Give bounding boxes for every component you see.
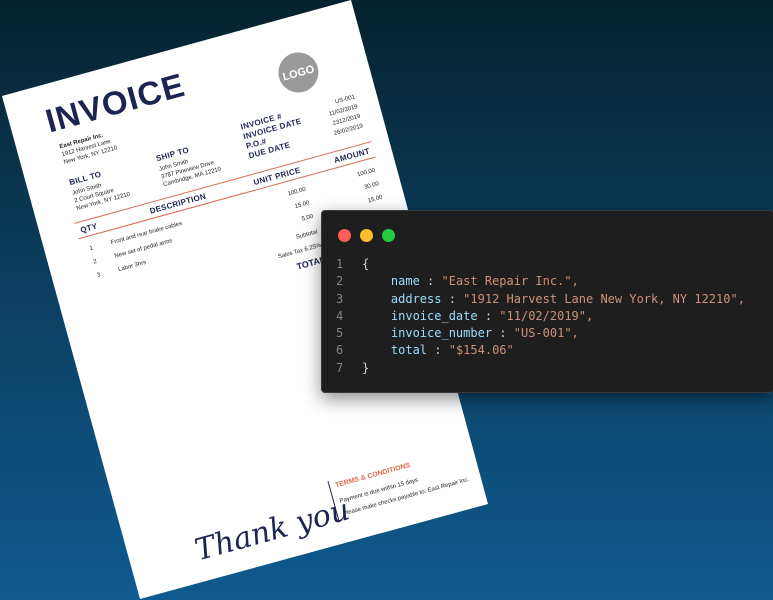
logo-text: LOGO [281, 63, 316, 83]
ship-to-city: Cambridge, MA 12210 [163, 166, 223, 188]
item-amount: 15.00 [367, 194, 384, 204]
invoice-number-value: US-001 [335, 94, 357, 105]
sales-tax-label: Sales Tax 6.25% [277, 243, 322, 261]
column-description: DESCRIPTION [149, 192, 207, 216]
json-key: address [390, 291, 442, 306]
window-controls [338, 229, 395, 242]
company-street: 1912 Harvest Lane [61, 139, 112, 158]
subtotal-label: Subtotal [295, 229, 318, 241]
code-line: 1 { [336, 256, 745, 273]
due-date-value: 26/02/2019 [333, 123, 364, 137]
code-editor-window: 1 { 2 name : "East Repair Inc.", 3 addre… [321, 210, 773, 393]
json-value: "1912 Harvest Lane New York, NY 12210", [463, 291, 745, 306]
code-line: 2 name : "East Repair Inc.", [336, 273, 745, 290]
ship-to-name: John Smith [158, 159, 189, 173]
json-key: name [390, 274, 420, 289]
item-unit-price: 100.00 [287, 187, 307, 198]
item-qty: 3 [96, 272, 101, 279]
json-code-block: 1 { 2 name : "East Repair Inc.", 3 addre… [336, 256, 745, 377]
close-brace: } [362, 360, 370, 375]
line-number: 7 [336, 360, 344, 375]
item-amount: 30.00 [364, 181, 381, 191]
json-value: "11/02/2019", [499, 308, 594, 323]
column-unit-price: UNIT PRICE [253, 165, 302, 187]
code-line: 5 invoice_number : "US-001", [336, 325, 745, 342]
item-unit-price: 5.00 [301, 214, 314, 223]
item-qty: 1 [89, 245, 94, 252]
code-line: 7 } [336, 360, 745, 377]
json-value: "$154.06" [448, 343, 514, 358]
code-line: 3 address : "1912 Harvest Lane New York,… [336, 291, 745, 308]
json-key: invoice_number [390, 326, 493, 341]
json-value: "East Repair Inc.", [441, 274, 579, 289]
terms-checks-payable: Please make checks payable to: East Repa… [343, 477, 471, 518]
line-number: 4 [336, 308, 344, 323]
line-number: 2 [336, 274, 344, 289]
logo-circle [278, 52, 319, 93]
item-unit-price: 15.00 [294, 200, 311, 210]
item-description: Labor 3hrs [118, 260, 147, 273]
ship-to-label: SHIP TO [155, 145, 190, 163]
item-qty: 2 [93, 259, 98, 266]
item-amount: 100.00 [357, 168, 377, 179]
bill-to-street: 2 Court Square [74, 188, 115, 205]
column-qty: QTY [79, 221, 98, 234]
bill-to-label: BILL TO [68, 170, 102, 187]
company-city: New York, NY 12210 [63, 145, 119, 166]
po-number-value: 2312/2019 [332, 114, 362, 127]
json-value: "US-001", [513, 326, 579, 341]
terms-divider [327, 481, 340, 522]
json-key: invoice_date [390, 308, 478, 323]
po-number-label: P.O.# [245, 137, 268, 151]
item-description: New set of pedal arms [114, 238, 173, 260]
maximize-dot[interactable] [382, 229, 395, 242]
invoice-title: INVOICE [41, 66, 188, 140]
bill-to-name: John Smith [72, 183, 103, 197]
close-dot[interactable] [338, 229, 351, 242]
minimize-dot[interactable] [360, 229, 373, 242]
bill-to-city: New York, NY 12210 [76, 191, 132, 212]
line-number: 3 [336, 291, 344, 306]
company-name: East Repair Inc. [59, 133, 104, 151]
open-brace: { [362, 257, 370, 271]
terms-payment-due: Payment is due within 15 days [339, 477, 419, 504]
json-key: total [390, 343, 428, 358]
line-number: 6 [336, 343, 344, 358]
invoice-number-label: INVOICE # [240, 112, 283, 132]
invoice-date-value: 11/02/2019 [328, 104, 359, 118]
ship-to-street: 3787 Pineview Drive [161, 160, 216, 180]
column-amount: AMOUNT [333, 146, 371, 164]
terms-title: TERMS & CONDITIONS [335, 462, 412, 489]
invoice-date-label: INVOICE DATE [242, 116, 302, 141]
due-date-label: DUE DATE [248, 140, 292, 160]
line-number: 1 [336, 257, 344, 271]
line-number: 5 [336, 326, 344, 341]
thank-you-text: Thank you [191, 492, 353, 568]
item-description: Front and rear brake cables [110, 221, 183, 246]
code-line: 4 invoice_date : "11/02/2019", [336, 308, 745, 325]
code-line: 6 total : "$154.06" [336, 342, 745, 359]
